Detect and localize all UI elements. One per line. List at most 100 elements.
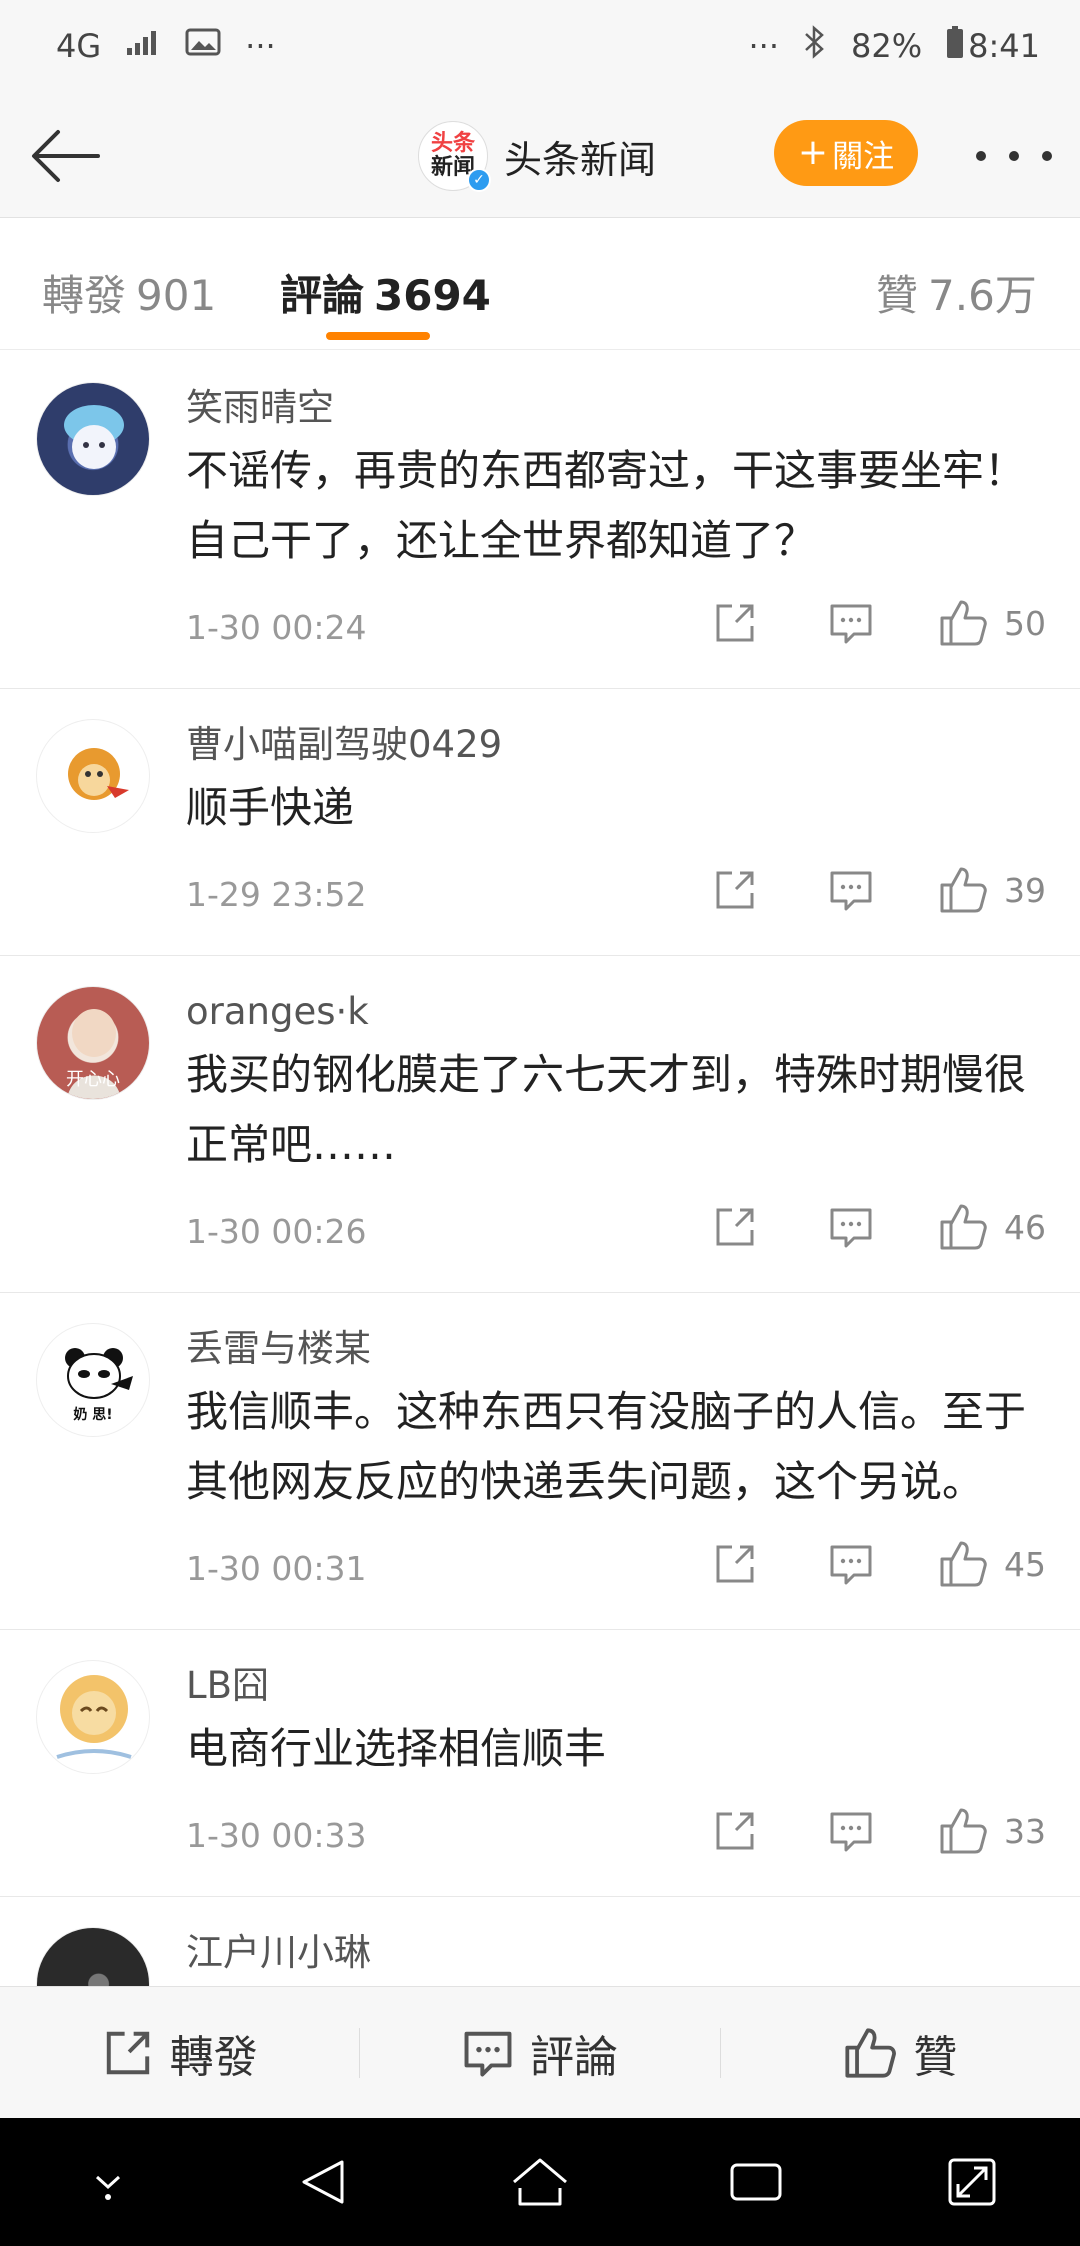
comment-username[interactable]: 丢雷与楼某: [186, 1323, 1044, 1375]
nav-rotate-button[interactable]: [922, 2132, 1022, 2232]
like-count: 45: [1004, 1544, 1046, 1584]
back-button[interactable]: [28, 118, 104, 194]
comment-username[interactable]: LB囧: [186, 1660, 1044, 1712]
comment-text: 不谣传，再贵的东西都寄过，干这事要坐牢！自己干了，还让全世界都知道了？: [186, 446, 1027, 565]
monkey-cartoon-avatar[interactable]: [36, 719, 150, 833]
comment-footer: 1-30 00:24 50: [186, 576, 1046, 688]
share-button[interactable]: [712, 865, 758, 915]
tab-repost[interactable]: 轉發 901: [42, 262, 216, 323]
nav-recents-button[interactable]: [706, 2132, 806, 2232]
follow-button[interactable]: + 關注: [774, 120, 918, 186]
comment-username[interactable]: 江户川小琳: [186, 1927, 1044, 1979]
expand-arrows-icon: [948, 2158, 996, 2206]
network-label: 4G: [56, 27, 102, 65]
cat-in-hat-avatar[interactable]: [36, 382, 150, 496]
status-right: ··· 82% 8:41: [749, 25, 1040, 67]
avatar-caption: 奶 思!: [73, 1407, 113, 1423]
home-icon: [513, 2158, 567, 2206]
comment-bubble-icon: [464, 2031, 512, 2076]
battery-level: 82%: [851, 27, 923, 65]
like-button[interactable]: 33: [938, 1806, 1046, 1856]
comment-text: 顺手快递: [186, 783, 355, 832]
like-count: 50: [1004, 603, 1046, 643]
like-button[interactable]: 45: [938, 1539, 1046, 1589]
comment-footer: 1-30 00:33 33: [186, 1784, 1046, 1896]
lion-cartoon-avatar[interactable]: [36, 1660, 150, 1774]
like-button[interactable]: 39: [938, 865, 1046, 915]
comment-username[interactable]: 曹小喵副驾驶0429: [186, 719, 1044, 771]
tab-bar: 轉發 901 評論 3694 贊 7.6万: [0, 218, 1080, 350]
tab-likes-label: 贊: [876, 271, 919, 320]
comment-item: 笑雨晴空 不谣传，再贵的东西都寄过，干这事要坐牢！自己干了，还让全世界都知道了？…: [0, 352, 1080, 689]
share-button[interactable]: [712, 1539, 758, 1589]
tab-repost-label: 轉發: [42, 271, 127, 320]
share-button[interactable]: [712, 1806, 758, 1856]
comment-text: 我信顺丰。这种东西只有没脑子的人信。至于其他网友反应的快递丢失问题，这个另说。: [186, 1387, 1027, 1506]
like-count: 39: [1004, 870, 1046, 910]
comment-footer: 1-29 23:52 39: [186, 843, 1046, 955]
system-nav-bar: [0, 2118, 1080, 2246]
share-box-icon: [716, 604, 754, 642]
account-logo: 头条 新闻 ✓: [418, 121, 491, 192]
panda-meme-avatar[interactable]: 奶 思!: [36, 1323, 150, 1437]
more-dots-icon[interactable]: [976, 136, 1052, 176]
comment-text: 我买的钢化膜走了六七天才到，特殊时期慢很正常吧……: [186, 1050, 1027, 1169]
dark-photo-avatar[interactable]: [36, 1927, 150, 1986]
comment-item: 江户川小琳: [0, 1897, 1080, 1986]
signal-icon: [125, 28, 161, 64]
like-post-button[interactable]: 贊: [721, 1987, 1080, 2118]
bluetooth-icon: [803, 25, 827, 67]
reply-button[interactable]: [828, 1806, 874, 1856]
triangle-back-icon: [302, 2160, 344, 2204]
avatar-caption: 开心心: [66, 1069, 120, 1090]
tab-repost-count: 901: [136, 271, 217, 320]
share-box-icon: [716, 1545, 754, 1583]
like-count: 46: [1004, 1207, 1046, 1247]
image-icon: [185, 27, 221, 65]
comment-bubble-icon: [830, 1545, 872, 1585]
clock: 8:41: [968, 27, 1040, 65]
comment-bubble-icon: [830, 871, 872, 911]
comment-footer: 1-30 00:26 46: [186, 1180, 1046, 1292]
share-button[interactable]: [712, 598, 758, 648]
comment-item: 开心心 oranges·k 我买的钢化膜走了六七天才到，特殊时期慢很正常吧…… …: [0, 956, 1080, 1293]
share-box-icon: [716, 1208, 754, 1246]
arrow-left-icon: [32, 130, 100, 182]
tab-likes-count: 7.6万: [928, 271, 1037, 320]
repost-button[interactable]: 轉發: [0, 1987, 359, 2118]
tab-likes[interactable]: 贊 7.6万: [876, 262, 1037, 323]
person-photo-avatar[interactable]: 开心心: [36, 986, 150, 1100]
nav-hide-button[interactable]: [58, 2132, 158, 2232]
nav-home-button[interactable]: [490, 2132, 590, 2232]
comment-username[interactable]: oranges·k: [186, 986, 1044, 1038]
nav-back-button[interactable]: [274, 2132, 374, 2232]
thumbs-up-icon: [940, 1541, 987, 1587]
comment-list[interactable]: 笑雨晴空 不谣传，再贵的东西都寄过，干这事要坐牢！自己干了，还让全世界都知道了？…: [0, 352, 1080, 1986]
comment-username[interactable]: 笑雨晴空: [186, 382, 1044, 434]
recents-icon: [730, 2163, 782, 2201]
app-header: 头条 新闻 ✓ 头条新闻 + 關注: [0, 92, 1080, 218]
like-button[interactable]: 50: [938, 598, 1046, 648]
reply-button[interactable]: [828, 1202, 874, 1252]
like-label: 贊: [913, 2031, 958, 2083]
comment-time: 1-30 00:24: [186, 608, 367, 647]
battery-icon: [946, 25, 964, 67]
account-name: 头条新闻: [504, 137, 657, 182]
reply-button[interactable]: [828, 865, 874, 915]
comment-bubble-icon: [830, 604, 872, 644]
comment-bubble-icon: [830, 1812, 872, 1852]
comment-item: 曹小喵副驾驶0429 顺手快递 1-29 23:52 39: [0, 689, 1080, 956]
account-info[interactable]: 头条 新闻 ✓ 头条新闻: [418, 118, 656, 194]
share-box-icon: [716, 871, 754, 909]
like-count: 33: [1004, 1811, 1046, 1851]
comment-time: 1-30 00:33: [186, 1816, 367, 1855]
tab-comments[interactable]: 評論 3694: [280, 262, 491, 323]
like-button[interactable]: 46: [938, 1202, 1046, 1252]
verified-badge-icon: ✓: [467, 168, 491, 192]
comment-button[interactable]: 評論: [360, 1987, 719, 2118]
thumbs-up-icon: [940, 1808, 987, 1854]
reply-button[interactable]: [828, 598, 874, 648]
reply-button[interactable]: [828, 1539, 874, 1589]
share-button[interactable]: [712, 1202, 758, 1252]
status-more-left: ···: [245, 27, 276, 65]
